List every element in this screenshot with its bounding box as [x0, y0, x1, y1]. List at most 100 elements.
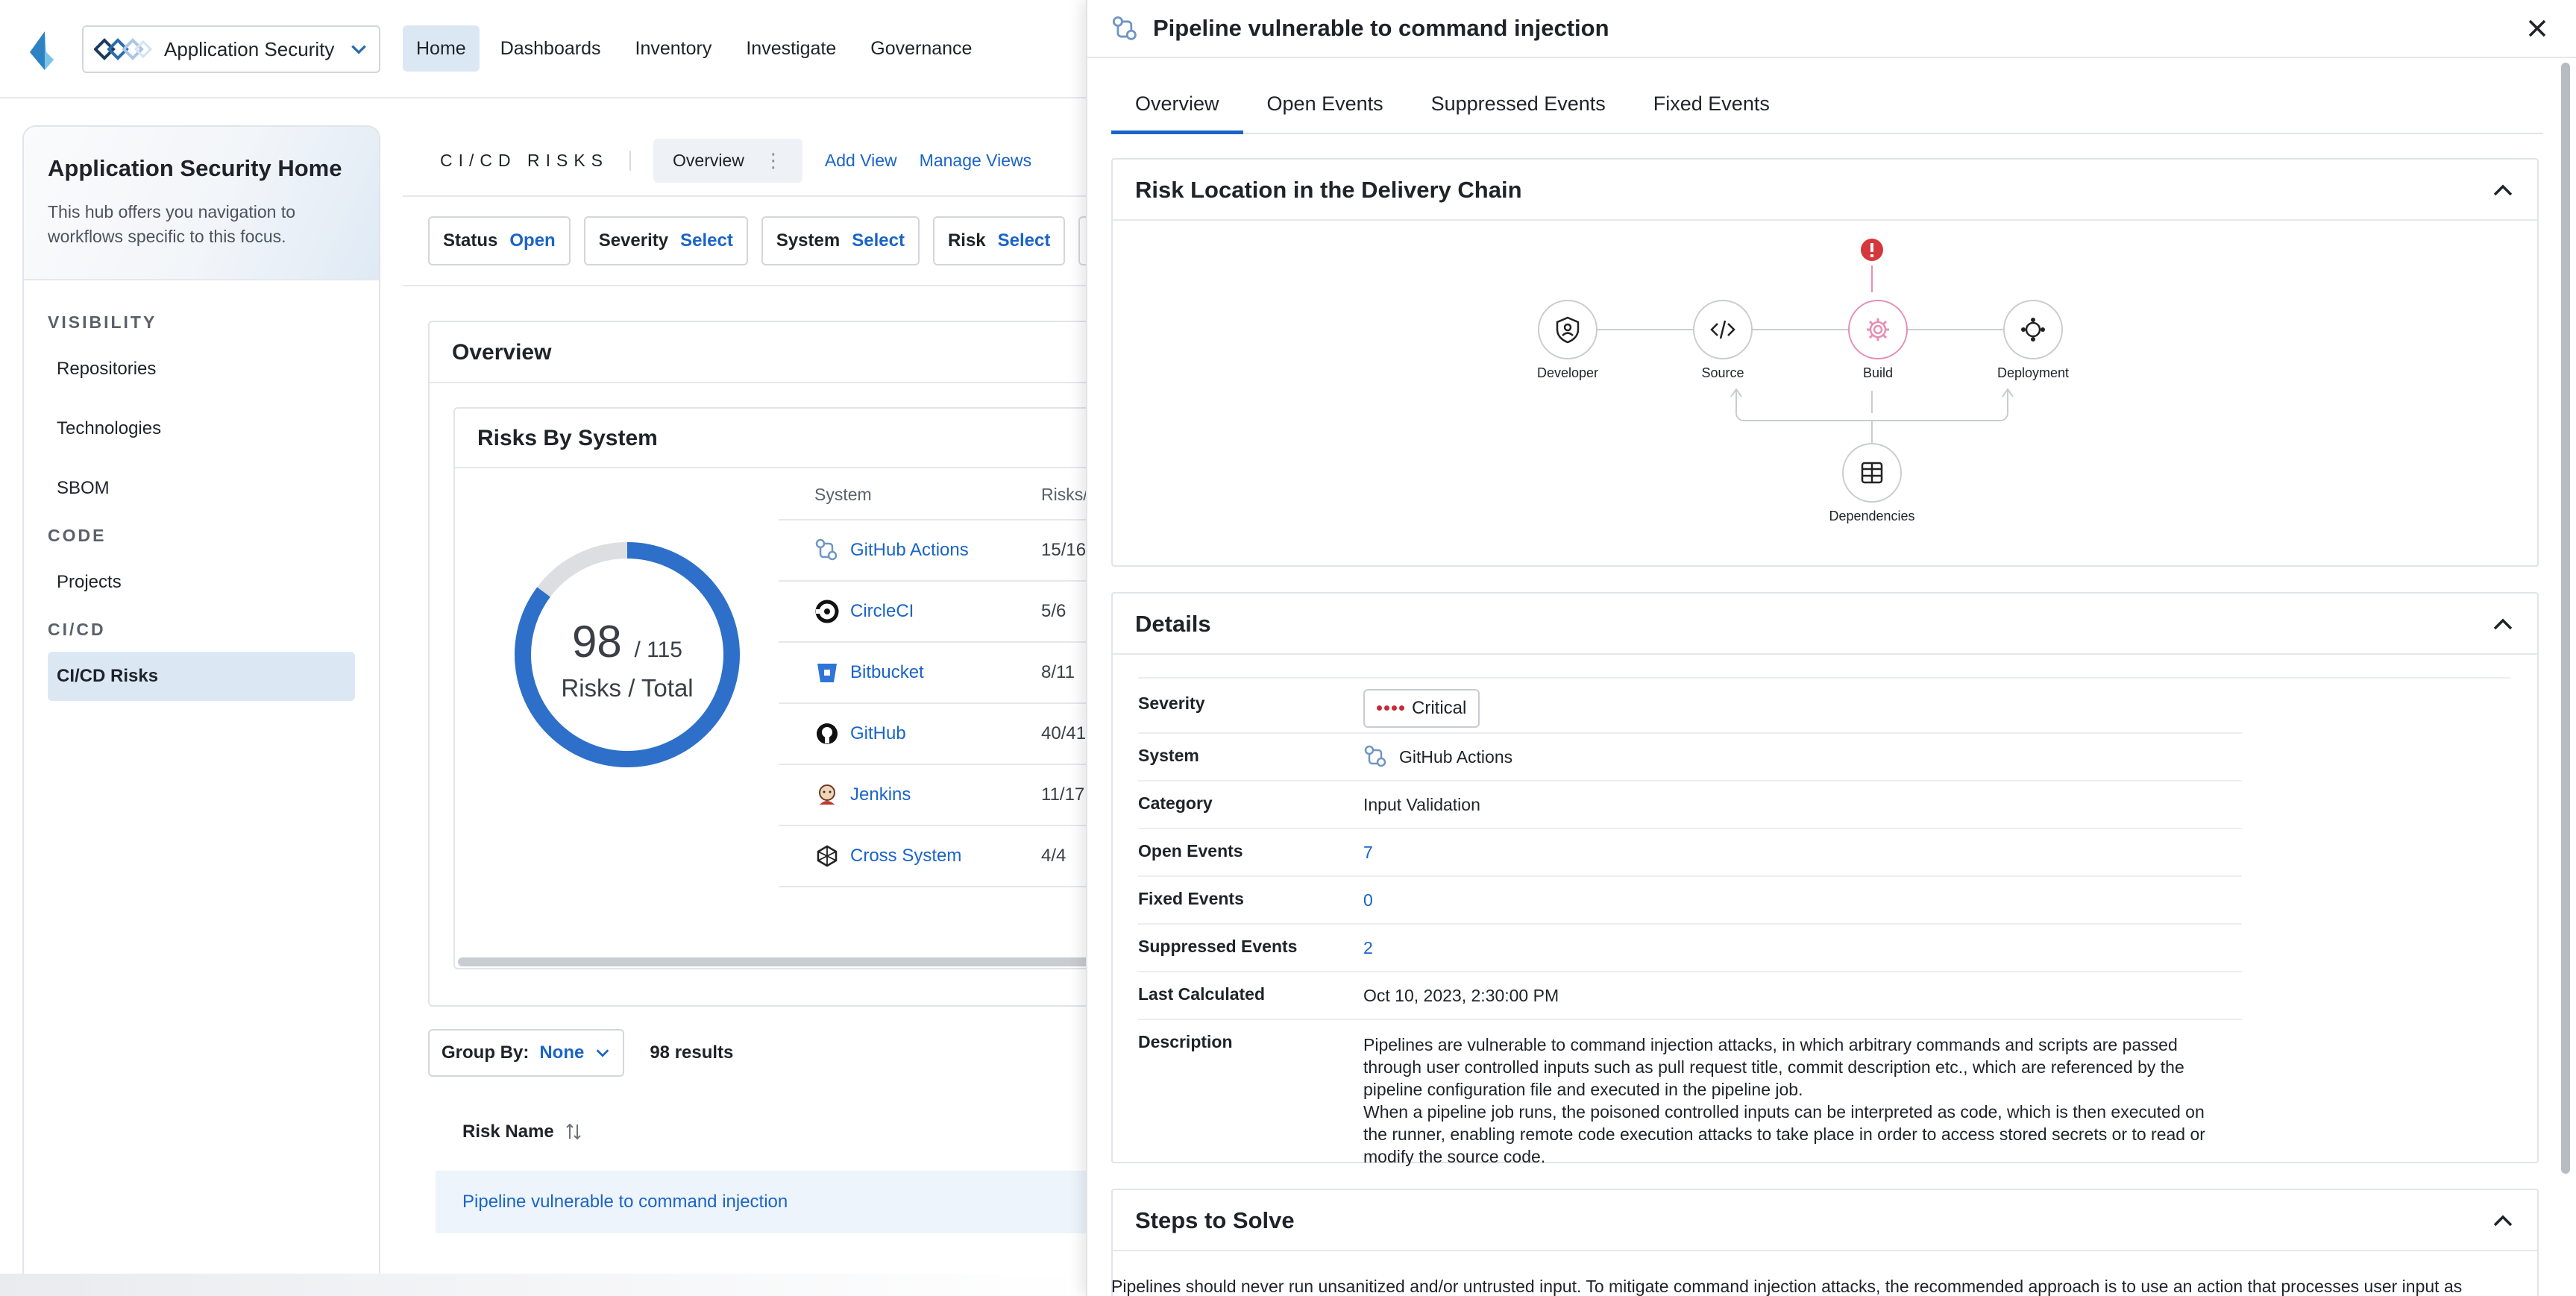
system-link[interactable]: GitHub Actions: [814, 540, 1041, 561]
sidebar-item-technologies[interactable]: Technologies: [48, 404, 355, 453]
chevron-up-icon[interactable]: [2491, 179, 2515, 203]
suppressed-events-link[interactable]: 2: [1363, 938, 1373, 958]
table-row: Jenkins 11/17: [779, 765, 1089, 826]
nav-governance[interactable]: Governance: [857, 25, 985, 72]
detail-label: Description: [1138, 1032, 1233, 1051]
product-logo-icon[interactable]: [27, 30, 63, 72]
horizontal-page-scrollbar[interactable]: [0, 1274, 1089, 1296]
donut-total: / 115: [634, 638, 682, 662]
nav-investigate[interactable]: Investigate: [732, 25, 849, 72]
system-link[interactable]: Cross System: [814, 846, 1041, 866]
node-label-build: Build: [1862, 365, 1894, 380]
severity-value: Critical: [1412, 697, 1467, 718]
detail-label: System: [1138, 746, 1199, 765]
detail-value: Critical: [1363, 688, 1480, 728]
app-selector[interactable]: Application Security: [82, 25, 380, 73]
view-tab-overview[interactable]: Overview ⋮: [653, 138, 802, 183]
filter-risk[interactable]: Risk Select: [932, 216, 1066, 265]
risk-row-selected[interactable]: Pipeline vulnerable to command injection: [436, 1171, 1089, 1233]
vertical-scrollbar[interactable]: [2561, 63, 2570, 1174]
add-view-link[interactable]: Add View: [825, 151, 897, 171]
col-system[interactable]: System: [814, 485, 1041, 505]
horizontal-scrollbar[interactable]: [458, 957, 1089, 966]
detail-value: Oct 10, 2023, 2:30:00 PM: [1363, 986, 1559, 1005]
nav-dashboards[interactable]: Dashboards: [487, 25, 615, 72]
close-icon[interactable]: [2522, 13, 2552, 43]
node-label-dependencies: Dependencies: [1829, 509, 1915, 523]
severity-badge: Critical: [1363, 688, 1480, 728]
system-risks: 4/4: [1041, 846, 1066, 866]
filter-value: Select: [680, 230, 733, 251]
sort-icon[interactable]: [565, 1122, 582, 1142]
detail-row-open-events: Open Events 7: [1138, 829, 2242, 877]
risk-name-link[interactable]: Pipeline vulnerable to command injection: [462, 1192, 788, 1212]
sidebar-item-projects[interactable]: Projects: [48, 558, 355, 607]
detail-label: Last Calculated: [1138, 984, 1265, 1004]
drawer-title: Pipeline vulnerable to command injection: [1153, 15, 1609, 41]
risk-location-title: Risk Location in the Delivery Chain: [1135, 177, 1522, 203]
group-bar: Group By: None 98 results: [428, 1029, 733, 1077]
steps-header[interactable]: Steps to Solve: [1113, 1190, 2537, 1251]
open-events-link[interactable]: 7: [1363, 843, 1373, 863]
more-vertical-icon[interactable]: ⋮: [764, 149, 783, 172]
risk-name-header[interactable]: Risk Name: [462, 1122, 582, 1142]
node-label-developer: Developer: [1536, 365, 1599, 380]
group-by-select[interactable]: Group By: None: [428, 1029, 625, 1077]
filter-system[interactable]: System Select: [761, 216, 920, 265]
tab-overview[interactable]: Overview: [1111, 82, 1243, 134]
filter-value: Select: [852, 230, 905, 251]
tab-fixed-events[interactable]: Fixed Events: [1630, 82, 1794, 134]
filter-severity[interactable]: Severity Select: [583, 216, 748, 265]
node-developer[interactable]: [1538, 300, 1598, 359]
nav-home[interactable]: Home: [403, 25, 480, 72]
risk-location-header[interactable]: Risk Location in the Delivery Chain: [1113, 160, 2537, 221]
alert-icon[interactable]: [1859, 237, 1885, 262]
steps-title: Steps to Solve: [1135, 1207, 1295, 1233]
tab-open-events[interactable]: Open Events: [1243, 82, 1407, 134]
manage-views-link[interactable]: Manage Views: [920, 151, 1031, 171]
node-label-deployment: Deployment: [1997, 365, 2070, 380]
chevron-up-icon[interactable]: [2491, 613, 2515, 637]
system-risks: 11/17: [1041, 784, 1085, 805]
detail-row-description: Description Pipelines are vulnerable to …: [1138, 1020, 2242, 1166]
steps-text: Pipelines should never run unsanitized a…: [1111, 1277, 2463, 1296]
nav-inventory[interactable]: Inventory: [622, 25, 726, 72]
node-source[interactable]: [1693, 300, 1753, 359]
hub-description: This hub offers you navigation to workfl…: [48, 202, 296, 246]
filter-label: Severity: [598, 230, 669, 251]
node-dependencies[interactable]: [1842, 443, 1902, 503]
detail-label: Fixed Events: [1138, 889, 1244, 908]
filter-label: Status: [443, 230, 498, 251]
system-link[interactable]: Jenkins: [814, 784, 1041, 805]
sidebar-item-cicd-risks[interactable]: CI/CD Risks: [48, 652, 355, 701]
overview-section: Overview Risks By System 98 / 115 Risks …: [428, 321, 1089, 1007]
system-link[interactable]: GitHub: [814, 723, 1041, 744]
views-bar: CI/CD RISKS Overview ⋮ Add View Manage V…: [403, 125, 1089, 197]
tab-suppressed-events[interactable]: Suppressed Events: [1407, 82, 1630, 134]
col-risks[interactable]: Risks/: [1041, 485, 1088, 505]
chevron-down-icon: [351, 45, 366, 54]
node-build[interactable]: [1848, 300, 1908, 359]
system-link[interactable]: CircleCI: [814, 601, 1041, 622]
fixed-events-link[interactable]: 0: [1363, 890, 1373, 910]
circleci-icon: [815, 600, 839, 623]
table-row: Bitbucket 8/11: [779, 643, 1089, 704]
details-header[interactable]: Details: [1113, 594, 2537, 655]
detail-row-fixed-events: Fixed Events 0: [1138, 877, 2242, 925]
detail-label: Severity: [1138, 693, 1205, 713]
donut-value: 98 / 115: [512, 616, 743, 667]
sidebar-item-repositories[interactable]: Repositories: [48, 345, 355, 394]
table-header: System Risks/: [779, 470, 1089, 520]
table-row: Cross System 4/4: [779, 826, 1089, 887]
chevron-down-icon: [597, 1049, 609, 1057]
main-content: CI/CD RISKS Overview ⋮ Add View Manage V…: [403, 125, 1089, 1296]
chevron-up-icon[interactable]: [2491, 1210, 2515, 1233]
system-link[interactable]: Bitbucket: [814, 662, 1041, 683]
filter-status[interactable]: Status Open: [428, 216, 571, 265]
bitbucket-icon: [817, 664, 837, 682]
system-risks: 40/41: [1041, 723, 1087, 743]
node-deployment[interactable]: [2003, 300, 2063, 359]
sidebar-item-sbom[interactable]: SBOM: [48, 464, 355, 513]
risk-detail-drawer: Pipeline vulnerable to command injection…: [1086, 0, 2576, 1296]
detail-row-last-calculated: Last Calculated Oct 10, 2023, 2:30:00 PM: [1138, 972, 2242, 1020]
